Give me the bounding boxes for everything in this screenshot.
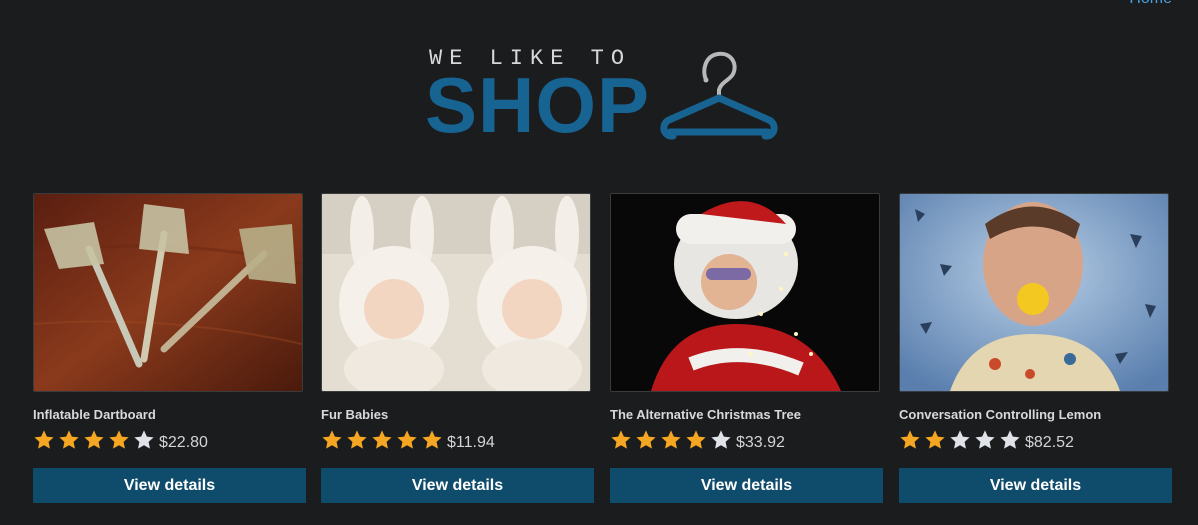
product-price: $22.80 <box>159 434 208 451</box>
star-filled-icon <box>422 430 442 449</box>
star-filled-icon <box>397 430 417 449</box>
star-filled-icon <box>372 430 392 449</box>
product-name[interactable]: Inflatable Dartboard <box>33 407 307 422</box>
nav-home-link[interactable]: Home <box>1129 0 1172 8</box>
product-card: Inflatable Dartboard $22.80 View details <box>33 193 307 503</box>
star-empty-icon <box>134 430 154 449</box>
product-image-babies[interactable] <box>321 193 591 392</box>
star-empty-icon <box>711 430 731 449</box>
view-details-button[interactable]: View details <box>610 468 883 503</box>
product-image-santa[interactable] <box>610 193 880 392</box>
product-card: Fur Babies $11.94 View details <box>321 193 595 503</box>
product-name[interactable]: The Alternative Christmas Tree <box>610 407 884 422</box>
star-filled-icon <box>84 430 104 449</box>
star-filled-icon <box>611 430 631 449</box>
product-image-lemon[interactable] <box>899 193 1169 392</box>
shop-logo[interactable]: WE LIKE TO SHOP <box>425 44 787 149</box>
hanger-icon <box>660 51 778 140</box>
star-filled-icon <box>34 430 54 449</box>
star-filled-icon <box>925 430 945 449</box>
star-empty-icon <box>975 430 995 449</box>
star-filled-icon <box>322 430 342 449</box>
star-filled-icon <box>636 430 656 449</box>
view-details-button[interactable]: View details <box>321 468 594 503</box>
product-name[interactable]: Conversation Controlling Lemon <box>899 407 1173 422</box>
product-rating: $33.92 <box>610 427 884 453</box>
star-filled-icon <box>347 430 367 449</box>
star-filled-icon <box>59 430 79 449</box>
logo-wordmark: SHOP <box>425 61 651 149</box>
shop-page: Home WE LIKE TO SHOP <box>0 0 1198 525</box>
star-filled-icon <box>109 430 129 449</box>
product-price: $11.94 <box>447 434 495 451</box>
product-name[interactable]: Fur Babies <box>321 407 595 422</box>
star-filled-icon <box>900 430 920 449</box>
product-card: The Alternative Christmas Tree $33.92 Vi… <box>610 193 884 503</box>
star-filled-icon <box>661 430 681 449</box>
product-price: $82.52 <box>1025 434 1074 451</box>
star-empty-icon <box>1000 430 1020 449</box>
product-price: $33.92 <box>736 434 785 451</box>
view-details-button[interactable]: View details <box>899 468 1172 503</box>
view-details-button[interactable]: View details <box>33 468 306 503</box>
product-rating: $22.80 <box>33 427 307 453</box>
product-image-darts[interactable] <box>33 193 303 392</box>
product-rating: $82.52 <box>899 427 1173 453</box>
product-rating: $11.94 <box>321 427 595 453</box>
product-card: Conversation Controlling Lemon $82.52 Vi… <box>899 193 1173 503</box>
star-filled-icon <box>686 430 706 449</box>
star-empty-icon <box>950 430 970 449</box>
